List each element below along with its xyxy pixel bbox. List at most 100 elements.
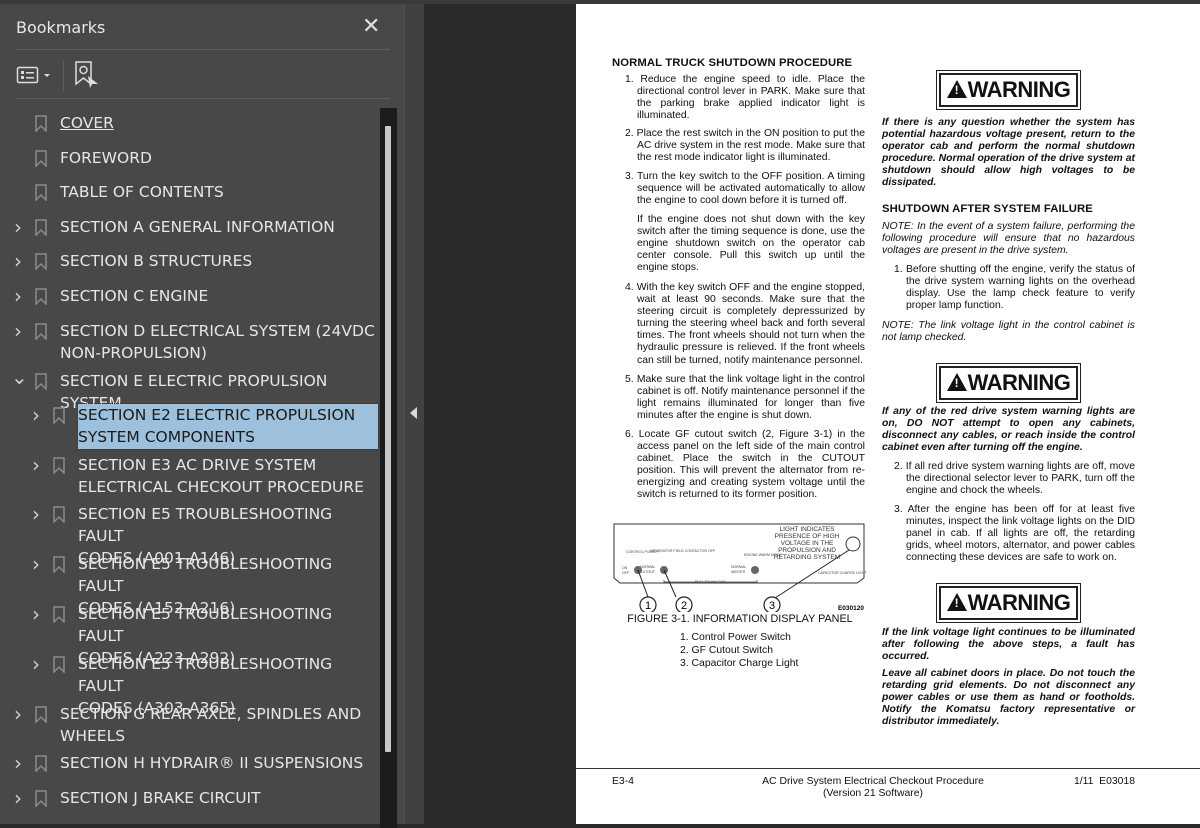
bookmark-options-icon bbox=[16, 66, 50, 84]
step-3-note: If the engine does not shut down with th… bbox=[637, 214, 865, 274]
scrollbar[interactable] bbox=[380, 108, 397, 828]
fig-label: NORMAL bbox=[640, 565, 655, 569]
bookmark-label[interactable]: FOREWORD bbox=[60, 147, 152, 169]
chevron-right-icon[interactable]: › bbox=[29, 504, 43, 524]
bookmark-icon bbox=[35, 706, 47, 723]
figure-caption: FIGURE 3-1. INFORMATION DISPLAY PANEL bbox=[627, 613, 853, 625]
find-current-bookmark-icon bbox=[75, 61, 98, 88]
chevron-right-icon[interactable]: › bbox=[11, 704, 25, 724]
chevron-right-icon[interactable]: › bbox=[11, 753, 25, 773]
bookmark-label[interactable]: COVER bbox=[60, 112, 114, 134]
fig-label: CAPACITOR CHARGE LIGHT bbox=[818, 571, 867, 575]
fig-label: ON bbox=[622, 566, 628, 570]
divider bbox=[16, 98, 390, 99]
panel-title: Bookmarks bbox=[16, 18, 106, 37]
bookmarks-panel: Bookmarks ✕ COVER FOREWORD TABLE OF CONTEN… bbox=[0, 4, 404, 828]
bookmark-label[interactable]: SECTION A GENERAL INFORMATION bbox=[60, 216, 335, 238]
fig-label-light-note: LIGHT INDICATES PRESENCE OF HIGH VOLTAGE… bbox=[773, 526, 841, 561]
warning-text: If there is any question whether the sys… bbox=[882, 117, 1135, 189]
figure-legend-2: 2. GF Cutout Switch bbox=[680, 645, 773, 656]
bookmark-icon bbox=[53, 506, 65, 523]
step-1: 1. Reduce the engine speed to idle. Plac… bbox=[625, 74, 865, 122]
chevron-right-icon[interactable]: › bbox=[29, 455, 43, 475]
footer-page-number: E3-4 bbox=[612, 776, 634, 787]
warning-triangle-icon bbox=[946, 373, 967, 391]
bookmark-icon bbox=[35, 790, 47, 807]
chevron-right-icon[interactable]: › bbox=[29, 604, 43, 624]
bookmark-icon bbox=[53, 606, 65, 623]
chevron-right-icon[interactable]: › bbox=[11, 286, 25, 306]
warning-banner: WARNING bbox=[936, 363, 1081, 403]
chevron-right-icon[interactable]: › bbox=[29, 405, 43, 425]
step-6: 6. Locate GF cutout switch (2, Figure 3-… bbox=[625, 429, 865, 501]
note: NOTE: In the event of a system failure, … bbox=[882, 221, 1135, 257]
panel-collapse-strip[interactable] bbox=[404, 4, 424, 824]
chevron-down-icon[interactable]: ⌄ bbox=[11, 367, 28, 387]
figure-code: E030120 bbox=[838, 605, 864, 612]
scrollbar-thumb[interactable] bbox=[385, 126, 391, 752]
callout-2: 2 bbox=[681, 600, 687, 612]
chevron-right-icon[interactable]: › bbox=[29, 554, 43, 574]
fig-label: WINTER bbox=[731, 570, 746, 574]
step-5: 5. Make sure that the link voltage light… bbox=[625, 374, 865, 422]
bookmark-label[interactable]: SECTION H HYDRAIR® II SUSPENSIONS bbox=[60, 752, 363, 774]
failure-step-3: 3. After the engine has been off for at … bbox=[894, 504, 1135, 564]
bookmark-label[interactable]: SECTION E3 AC DRIVE SYSTEM ELECTRICAL CH… bbox=[78, 454, 364, 498]
section-heading: SHUTDOWN AFTER SYSTEM FAILURE bbox=[882, 203, 1093, 215]
bookmark-icon bbox=[35, 184, 47, 201]
chevron-right-icon[interactable]: › bbox=[29, 654, 43, 674]
warning-text: If the link voltage light continues to b… bbox=[882, 627, 1135, 663]
callout-1: 1 bbox=[645, 600, 651, 612]
section-heading: NORMAL TRUCK SHUTDOWN PROCEDURE bbox=[612, 57, 853, 69]
failure-step-2: 2. If all red drive system warning light… bbox=[894, 461, 1135, 497]
chevron-right-icon[interactable]: › bbox=[11, 788, 25, 808]
collapse-arrow-icon[interactable] bbox=[410, 407, 417, 419]
figure-legend-3: 3. Capacitor Charge Light bbox=[680, 658, 799, 669]
find-current-bookmark-button[interactable] bbox=[74, 60, 100, 90]
fig-label: CUTOUT bbox=[640, 570, 656, 574]
footer-title: AC Drive System Electrical Checkout Proc… bbox=[762, 776, 984, 787]
warning-banner: WARNING bbox=[936, 70, 1081, 110]
warning-text: Leave all cabinet doors in place. Do not… bbox=[882, 668, 1135, 728]
bookmark-icon bbox=[35, 323, 47, 340]
warning-text: If any of the red drive system warning l… bbox=[882, 406, 1135, 454]
note: NOTE: The link voltage light in the cont… bbox=[882, 320, 1135, 344]
bookmark-icon bbox=[35, 115, 47, 132]
bookmark-icon bbox=[35, 755, 47, 772]
document-page: NORMAL TRUCK SHUTDOWN PROCEDURE 1. Reduc… bbox=[576, 4, 1200, 824]
bookmark-label[interactable]: SECTION B STRUCTURES bbox=[60, 250, 252, 272]
fig-label: OFF bbox=[622, 571, 630, 575]
chevron-right-icon[interactable]: › bbox=[11, 321, 25, 341]
failure-step-1: 1. Before shutting off the engine, verif… bbox=[894, 264, 1135, 312]
footer-subtitle: (Version 21 Software) bbox=[823, 788, 923, 799]
footer-code: 1/11 E03018 bbox=[1073, 776, 1135, 787]
bookmark-label[interactable]: SECTION E2 ELECTRIC PROPULSION SYSTEM CO… bbox=[77, 403, 379, 450]
warning-triangle-icon bbox=[946, 593, 967, 611]
callout-3: 3 bbox=[769, 600, 775, 612]
step-3: 3. Turn the key switch to the OFF positi… bbox=[625, 171, 865, 207]
warning-triangle-icon bbox=[946, 80, 967, 98]
fig-label: GENERATOR FIELD CONTACTOR OFF bbox=[650, 549, 716, 553]
step-2: 2. Place the rest switch in the ON posit… bbox=[625, 128, 865, 164]
bookmark-label[interactable]: TABLE OF CONTENTS bbox=[60, 181, 224, 203]
footer-rule bbox=[576, 768, 1200, 769]
bookmark-tree: COVER FOREWORD TABLE OF CONTENTS › SECTION A… bbox=[0, 104, 380, 824]
divider bbox=[63, 61, 64, 91]
bookmark-icon bbox=[53, 656, 65, 673]
bookmark-icon bbox=[35, 150, 47, 167]
bookmark-icon bbox=[53, 556, 65, 573]
chevron-right-icon[interactable]: › bbox=[11, 217, 25, 237]
bookmark-icon bbox=[35, 219, 47, 236]
bookmark-icon bbox=[53, 407, 65, 424]
bookmark-icon bbox=[53, 457, 65, 474]
bookmark-options-button[interactable] bbox=[16, 64, 56, 86]
fig-label: NORMAL bbox=[731, 565, 746, 569]
step-4: 4. With the key switch OFF and the engin… bbox=[625, 282, 865, 366]
bookmark-label[interactable]: SECTION J BRAKE CIRCUIT bbox=[60, 787, 261, 809]
bookmark-label[interactable]: SECTION G REAR AXLE, SPINDLES AND WHEELS bbox=[60, 703, 361, 747]
close-icon[interactable]: ✕ bbox=[362, 14, 380, 39]
chevron-right-icon[interactable]: › bbox=[11, 251, 25, 271]
figure-legend-1: 1. Control Power Switch bbox=[680, 632, 791, 643]
bookmark-label[interactable]: SECTION D ELECTRICAL SYSTEM (24VDC NON-P… bbox=[60, 320, 375, 364]
bookmark-label[interactable]: SECTION C ENGINE bbox=[60, 285, 208, 307]
